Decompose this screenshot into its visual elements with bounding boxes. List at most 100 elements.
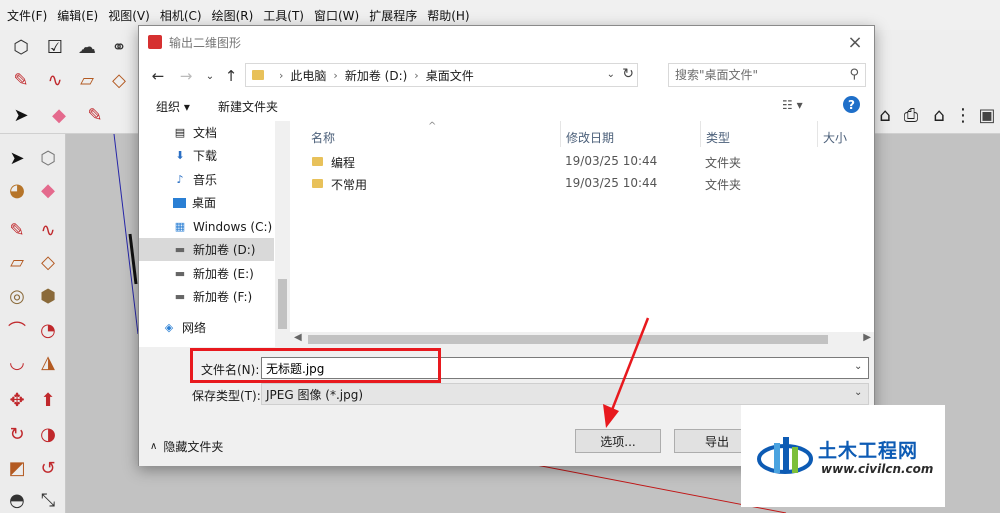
filename-dropdown-chevron-icon[interactable]: ⌄	[854, 361, 862, 372]
column-divider[interactable]	[560, 121, 561, 147]
scroll-right-icon[interactable]: ▶	[863, 332, 871, 343]
printer-icon[interactable]: ⎙	[898, 102, 924, 128]
pencil-icon[interactable]: ✎	[8, 67, 34, 93]
scrollbar-thumb[interactable]	[308, 335, 828, 344]
column-header-type[interactable]: 类型	[706, 129, 730, 146]
freehand-icon[interactable]: ∿	[42, 67, 68, 93]
eraser-icon[interactable]: ◆	[34, 176, 62, 204]
column-header-name[interactable]: 名称	[311, 129, 335, 146]
address-bar[interactable]: › 此电脑 › 新加卷 (D:) › 桌面文件 ⌄ ↻	[245, 63, 638, 87]
menu-camera[interactable]: 相机(C)	[155, 7, 207, 24]
refresh-icon[interactable]: ↻	[622, 66, 634, 82]
menu-window[interactable]: 窗口(W)	[309, 7, 364, 24]
arc-icon[interactable]: ⌒	[3, 316, 31, 344]
dialog-title: 输出二维图形	[169, 35, 242, 50]
back-arrow-icon[interactable]: ←	[147, 64, 169, 88]
make-component-icon[interactable]: ⬡	[34, 144, 62, 172]
breadcrumb-this-pc[interactable]: 此电脑	[290, 67, 326, 84]
pencil-icon[interactable]: ✎	[3, 216, 31, 244]
column-divider[interactable]	[700, 121, 701, 147]
three-point-arc-icon[interactable]: ◡	[3, 348, 31, 376]
menu-help[interactable]: 帮助(H)	[422, 7, 474, 24]
column-divider[interactable]	[817, 121, 818, 147]
paint-bucket-icon[interactable]: ◕	[3, 176, 31, 204]
rotated-rectangle-icon[interactable]: ◇	[106, 67, 132, 93]
nav-item-drive-f[interactable]: ▬ 新加卷 (F:)	[139, 285, 274, 308]
cloud-upload-icon[interactable]: ☁	[74, 34, 100, 60]
organize-button[interactable]: 组织 ▾	[156, 98, 190, 115]
rotate-tool-icon[interactable]: ↻	[3, 420, 31, 448]
rotated-rectangle-icon[interactable]: ◇	[34, 248, 62, 276]
push-pull-icon[interactable]: ⬆	[34, 386, 62, 414]
search-input[interactable]	[675, 68, 845, 82]
filetype-dropdown-chevron-icon[interactable]: ⌄	[854, 387, 862, 398]
nav-item-drive-e[interactable]: ▬ 新加卷 (E:)	[139, 262, 274, 285]
file-list: ^ 名称 修改日期 类型 大小 编程 19/03/25 10:44 文件夹 不常…	[290, 121, 874, 347]
move-icon[interactable]: ✥	[3, 386, 31, 414]
nav-item-network[interactable]: ◈ 网络	[139, 316, 274, 339]
tape-measure-icon[interactable]: ◓	[3, 486, 31, 513]
filetype-select[interactable]: JPEG 图像 (*.jpg)	[261, 383, 869, 405]
help-icon[interactable]: ?	[843, 96, 860, 113]
pencil-icon[interactable]: ✎	[82, 102, 108, 128]
menu-draw[interactable]: 绘图(R)	[207, 7, 259, 24]
scrollbar-thumb[interactable]	[278, 279, 287, 329]
pie-icon[interactable]: ◔	[34, 316, 62, 344]
options-button[interactable]: 选项...	[575, 429, 661, 453]
column-header-size[interactable]: 大小	[823, 129, 847, 146]
close-button[interactable]: ×	[842, 30, 868, 54]
hide-folders-toggle[interactable]: ∧ 隐藏文件夹	[150, 438, 223, 455]
house-outline-icon[interactable]: ⌂	[926, 102, 952, 128]
view-options-button[interactable]: ☷ ▾	[782, 98, 803, 112]
nav-item-drive-d[interactable]: ▬ 新加卷 (D:)	[139, 238, 274, 261]
nav-item-documents[interactable]: ▤ 文档	[139, 121, 274, 144]
menu-tools[interactable]: 工具(T)	[258, 7, 309, 24]
share-icon[interactable]: ⚭	[106, 34, 132, 60]
select-arrow-icon[interactable]: ➤	[8, 102, 34, 128]
breadcrumb-drive-d[interactable]: 新加卷 (D:)	[345, 67, 407, 84]
search-icon[interactable]: ⚲	[849, 67, 859, 82]
nav-item-music[interactable]: ♪ 音乐	[139, 168, 274, 191]
nav-item-desktop[interactable]: 桌面	[139, 191, 274, 214]
nav-item-label: 桌面	[192, 196, 217, 210]
address-dropdown-chevron-icon[interactable]: ⌄	[607, 69, 615, 80]
nav-item-windows-c[interactable]: ▦ Windows (C:)	[139, 215, 274, 238]
house-icon[interactable]: ⌂	[872, 102, 898, 128]
up-arrow-icon[interactable]: ↑	[220, 64, 242, 88]
recent-locations-chevron-icon[interactable]: ⌄	[199, 64, 221, 88]
checkbox-icon[interactable]: ☑	[42, 34, 68, 60]
scroll-left-icon[interactable]: ◀	[294, 332, 302, 343]
freehand-icon[interactable]: ∿	[34, 216, 62, 244]
forward-arrow-icon[interactable]: →	[175, 64, 197, 88]
menu-edit[interactable]: 编辑(E)	[52, 7, 103, 24]
column-header-date[interactable]: 修改日期	[566, 129, 614, 146]
eraser-icon[interactable]: ◆	[46, 102, 72, 128]
file-row-folder[interactable]: 不常用 19/03/25 10:44 文件夹	[300, 173, 860, 195]
follow-me-icon[interactable]: ◑	[34, 420, 62, 448]
file-type: 文件夹	[705, 178, 742, 192]
file-type: 文件夹	[705, 156, 742, 170]
drive-icon: ▬	[174, 290, 186, 303]
scale-icon[interactable]: ◩	[3, 454, 31, 482]
component-icon[interactable]: ⬡	[8, 34, 34, 60]
breadcrumb-desktop-files[interactable]: 桌面文件	[426, 67, 474, 84]
rectangle-icon[interactable]: ▱	[74, 67, 100, 93]
offset-icon[interactable]: ↺	[34, 454, 62, 482]
box-icon[interactable]: ▣	[974, 102, 1000, 128]
select-arrow-icon[interactable]: ➤	[3, 144, 31, 172]
document-icon: ▤	[174, 126, 186, 139]
file-list-horizontal-scrollbar[interactable]: ◀ ▶	[290, 332, 874, 347]
menu-extensions[interactable]: 扩展程序	[364, 7, 422, 24]
dimension-icon[interactable]: ⤡	[34, 486, 62, 513]
drive-icon: ▬	[174, 243, 186, 256]
menu-file[interactable]: 文件(F)	[2, 7, 52, 24]
polygon-icon[interactable]: ⬢	[34, 282, 62, 310]
two-point-arc-icon[interactable]: ◮	[34, 348, 62, 376]
nav-item-downloads[interactable]: ⬇ 下载	[139, 144, 274, 167]
rectangle-icon[interactable]: ▱	[3, 248, 31, 276]
new-folder-button[interactable]: 新建文件夹	[218, 98, 278, 115]
menu-view[interactable]: 视图(V)	[103, 7, 155, 24]
file-row-folder[interactable]: 编程 19/03/25 10:44 文件夹	[300, 151, 860, 173]
nav-pane-scrollbar[interactable]	[275, 121, 290, 347]
circle-icon[interactable]: ◎	[3, 282, 31, 310]
